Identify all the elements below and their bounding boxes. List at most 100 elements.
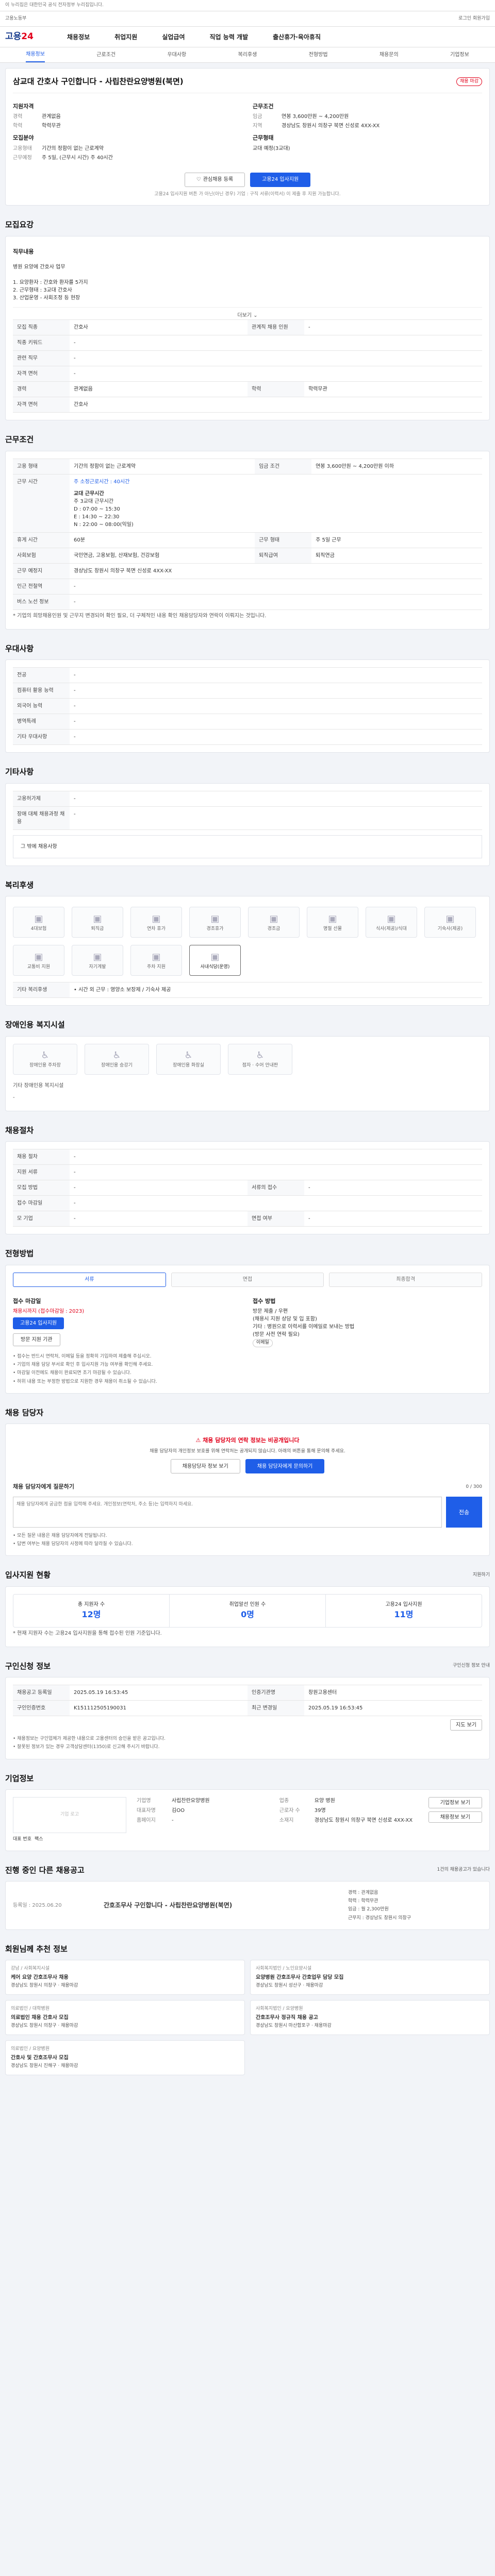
company-jobs-button[interactable]: 채용정보 보기 [428, 1811, 482, 1823]
recommend-title[interactable]: 케어 요양 간호조무사 채용 [11, 1974, 239, 1981]
recommend-company: 사회복지법인 / 요양병원 [256, 2006, 303, 2012]
row-value: 2025.05.19 16:53:45 [304, 1700, 482, 1717]
corp-value: 김OO [172, 1808, 185, 1814]
step-item: 면접 [171, 1272, 324, 1287]
qualification-label: 지원자격 [13, 103, 34, 110]
kv-row: 경력 관계없음 [13, 113, 242, 121]
related-title[interactable]: 간호조무사 구인합니다 - 사립찬란요양병원(북면) [104, 1901, 340, 1910]
company-info-button[interactable]: 기업정보 보기 [428, 1797, 482, 1808]
welfare-grid: ▣ 4대보험 ▣ 퇴직금 ▣ 연차 휴가 ▣ 경조휴가 ▣ 경조금 ▣ 명절 선물 ▣ 식사(제공)/식대… [13, 904, 482, 982]
kv-value: 학력무관 [42, 123, 61, 129]
row-value: 간호사 [70, 397, 482, 413]
row-key: 근무 시간 [13, 473, 70, 533]
recommend-title[interactable]: 간호사 및 간호조무사 모집 [11, 2054, 239, 2062]
shift-line: D : 07:00 ~ 15:30 [74, 506, 120, 512]
menu-item[interactable]: 실업급여 [162, 32, 185, 42]
row-value: - [70, 594, 482, 610]
table-row: 채용공고 등록일 2025.05.19 16:53:45 인증기관명 창원고용센터 [13, 1685, 482, 1701]
method-line: (채용시 지원 상담 및 입 포함) [253, 1316, 317, 1322]
status-card: 총 지원자 수 12명 취업알선 인원 수 0명 고용24 입사지원 11명 * 현재 지… [5, 1586, 490, 1647]
recommend-title[interactable]: 요양병원 간호조무사 간호업무 담당 모집 [256, 1974, 484, 1981]
kv-row: 임금 연봉 3,600만원 ~ 4,200만원 [253, 113, 482, 121]
welfare-label: 경조휴가 [206, 926, 224, 931]
visit-apply-button[interactable]: 방문 지원 기관 [13, 1333, 60, 1346]
row-value: 기간의 정함이 없는 근로계약 [70, 458, 255, 474]
recommend-title[interactable]: 의료법인 채용 간호사 모집 [11, 2014, 239, 2022]
recruit-table: 모집 직종 간호사 관계직 채용 인원 - 직종 키워드 - 관련 직무 - 자격 면허 - 경력 관… [13, 319, 482, 413]
step-item: 서류 [13, 1272, 166, 1287]
more-button[interactable]: 더보기 ⌄ [13, 307, 482, 319]
send-question-button[interactable]: 전송 [446, 1496, 482, 1528]
corp-key: 기업명 [137, 1798, 151, 1804]
contact-question-button[interactable]: 채용 담당자에게 문의하기 [245, 1459, 325, 1474]
stat-value: 11명 [394, 1609, 414, 1619]
tab-prefer[interactable]: 우대사항 [167, 51, 186, 59]
menu-item[interactable]: 직업 능력 개발 [210, 32, 249, 42]
recommend-card[interactable]: 사회복지법인 / 노인요양시설 요양병원 간호조무사 간호업무 담당 모집 경상남도… [250, 1960, 490, 1995]
facility-label: 장애인용 승강기 [101, 1063, 133, 1069]
question-input[interactable] [13, 1496, 442, 1528]
recommend-card[interactable]: 사회복지법인 / 요양병원 간호조무사 정규직 채용 공고 경상남도 창원시 마산합… [250, 2000, 490, 2036]
recommend-title[interactable]: 간호조무사 정규직 채용 공고 [256, 2014, 484, 2022]
recommend-card[interactable]: 강남 / 사회복지시설 케어 요양 간호조무사 채용 경상남도 창원시 의창구 · … [5, 1960, 245, 1995]
status-link[interactable]: 지원하기 [473, 1572, 490, 1579]
welfare-icon: ▣ [446, 913, 455, 924]
logo-accent: 24 [21, 31, 34, 42]
menu-item[interactable]: 채용정보 [67, 32, 90, 42]
section-title: 진행 중인 다른 채용공고 [5, 1865, 85, 1875]
method-line: 방문 제출 / 우편 [253, 1309, 288, 1314]
tab-recruit[interactable]: 채용정보 [26, 47, 45, 62]
row-value: 2025.05.19 16:53:45 [70, 1685, 248, 1701]
table-row: 모집 방법 - 서류의 접수 - [13, 1180, 482, 1196]
section-title: 채용 담당자 [5, 1408, 44, 1417]
table-row: 휴게 시간 60분 근무 형태 주 5일 근무 [13, 532, 482, 548]
corp-fax-label: 팩스 [34, 1837, 43, 1842]
tab-contact[interactable]: 채용문의 [380, 51, 399, 59]
question-count: 0 / 300 [466, 1484, 482, 1489]
table-row: 모 기업 - 면접 여부 - [13, 1211, 482, 1227]
recommend-card[interactable]: 의료법인 / 대학병원 의료법인 채용 간호사 모집 경상남도 창원시 의창구 · … [5, 2000, 245, 2036]
row-value: - [70, 698, 482, 714]
info-link[interactable]: 구인신청 정보 안내 [453, 1663, 490, 1670]
table-row: 고용 형태 기간의 정함이 없는 근로계약 임금 조건 연봉 3,600만원 ~ 4… [13, 458, 482, 474]
question-label: 채용 담당자에게 질문하기 [13, 1483, 74, 1490]
site-logo[interactable]: 고용24 [5, 30, 67, 44]
row-key: 자격 면허 [13, 366, 70, 382]
stats-row: 총 지원자 수 12명 취업알선 인원 수 0명 고용24 입사지원 11명 [13, 1594, 482, 1628]
row-value: 주 5일 근무 [311, 532, 482, 548]
welfare-label: 경조금 [267, 926, 280, 931]
login-links[interactable]: 로그인 회원가입 [458, 15, 490, 23]
related-card[interactable]: 등록일 : 2025.06.20 간호조무사 구인합니다 - 사립찬란요양병원(… [5, 1881, 490, 1930]
table-row: 컴퓨터 활용 능력 - [13, 683, 482, 699]
contact-info-button[interactable]: 채용담당자 정보 보기 [170, 1459, 240, 1474]
menu-item[interactable]: 취업지원 [114, 32, 137, 42]
apply-online-button[interactable]: 고용24 입사지원 [13, 1317, 64, 1329]
table-row: 사회보험 국민연금, 고용보험, 산재보험, 건강보험 퇴직급여 퇴직연금 [13, 547, 482, 564]
row-value: - [70, 1164, 482, 1180]
welfare-label: 명절 선물 [323, 926, 342, 931]
recommend-list: 강남 / 사회복지시설 케어 요양 간호조무사 채용 경상남도 창원시 의창구 · … [5, 1960, 490, 2076]
recommend-card[interactable]: 의료법인 / 요양병원 간호사 및 간호조무사 모집 경상남도 창원시 진해구 · … [5, 2040, 245, 2076]
gov-notice: 이 누리집은 대한민국 공식 전자정부 누리집입니다. [5, 2, 104, 8]
tab-method[interactable]: 전형방법 [309, 51, 328, 59]
stat-value: 12명 [81, 1609, 101, 1619]
welfare-label: 사내식당(운영) [200, 964, 230, 970]
row-value: 관계없음 [70, 381, 248, 397]
kv-key: 임금 [253, 114, 262, 120]
row-key: 최근 변경일 [248, 1700, 304, 1717]
save-job-button[interactable]: ♡ 관심채용 등록 [184, 172, 245, 187]
tab-welfare[interactable]: 복리후생 [238, 51, 257, 59]
welfare-item: ▣ 경조휴가 [189, 907, 241, 938]
section-title: 구인신청 정보 [5, 1661, 51, 1671]
kv-value: 연봉 3,600만원 ~ 4,200만원 [282, 114, 349, 120]
row-key: 퇴직급여 [255, 547, 312, 564]
table-row: 외국어 능력 - [13, 698, 482, 714]
tab-company[interactable]: 기업정보 [450, 51, 469, 59]
tab-conditions[interactable]: 근로조건 [96, 51, 116, 59]
contact-alert-title: ⚠ 채용 담당자의 연락 정보는 비공개입니다 [13, 1436, 482, 1445]
map-button[interactable]: 지도 보기 [450, 1719, 482, 1731]
apply-button[interactable]: 고용24 입사지원 [250, 172, 311, 187]
recommend-company: 의료법인 / 요양병원 [11, 2046, 50, 2052]
section-title: 장애인용 복지시설 [5, 1020, 65, 1029]
menu-item[interactable]: 출산휴가·육아휴직 [273, 32, 321, 42]
